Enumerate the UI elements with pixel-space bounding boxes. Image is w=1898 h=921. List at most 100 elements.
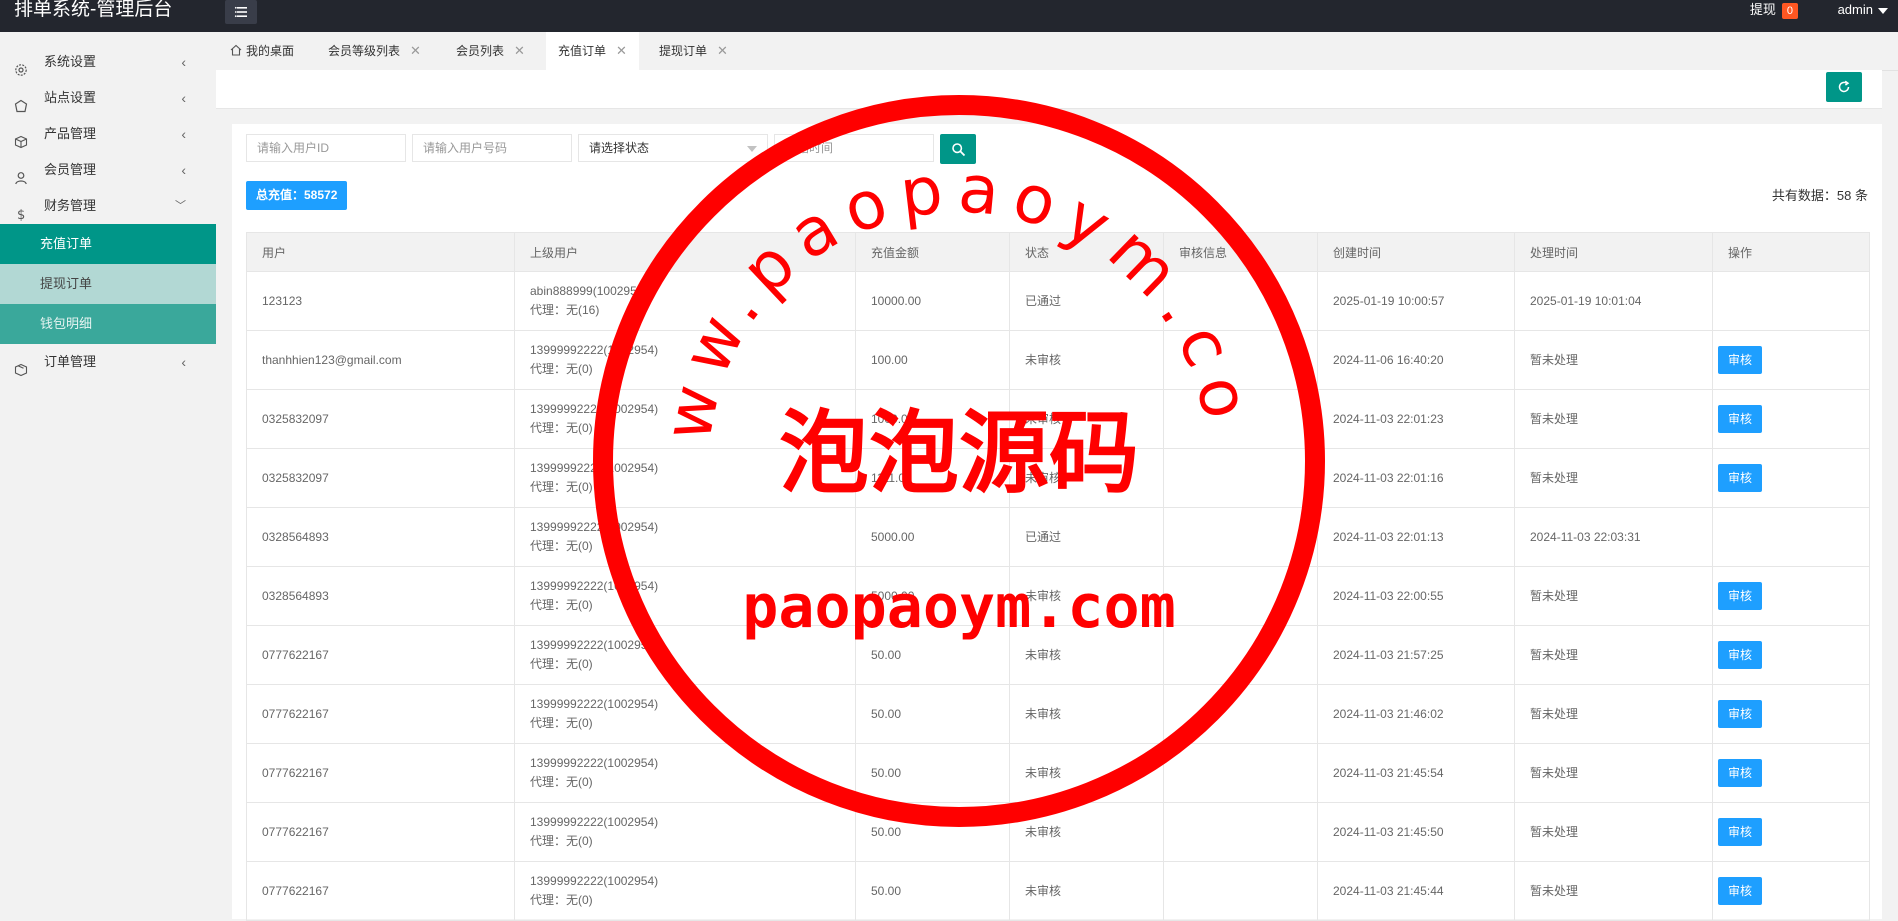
column-header[interactable]: 上级用户 [514,232,856,272]
table-row: 0325832097 13999992222(1002954) 代理：无(0) 111… [246,448,1870,508]
close-icon[interactable]: ✕ [410,43,421,58]
column-header[interactable]: 用户 [246,232,515,272]
cell-status: 未审核 [1009,566,1164,626]
search-button[interactable] [940,134,976,164]
menu-toggle-button[interactable] [225,0,257,24]
sidebar-item-finance[interactable]: $ 财务管理 ﹀ [0,188,216,224]
tab-desktop[interactable]: 我的桌面 [218,32,306,70]
parent-user: 13999992222(1002954) [530,520,659,534]
cell-parent: 13999992222(1002954) 代理：无(0) [514,330,856,390]
parent-user: 13999992222(1002954) [530,697,659,711]
audit-button[interactable]: 审核 [1718,464,1763,492]
cell-action: 审核 [1712,330,1870,390]
cell-audit-info [1163,507,1318,567]
status-select[interactable]: 请选择状态 [578,134,768,162]
gear-icon [14,55,28,76]
sidebar-item-site[interactable]: 站点设置 ‹ [0,80,216,116]
sidebar-item-label: 站点设置 [44,90,97,105]
agent-info: 代理：无(0) [530,775,593,789]
start-time-input[interactable]: 开始时间 [774,134,934,162]
column-header[interactable]: 处理时间 [1514,232,1713,272]
user-icon [14,163,28,185]
audit-button[interactable]: 审核 [1718,700,1763,728]
cell-parent: 13999992222(1002954) 代理：无(0) [514,861,856,921]
user-id-input[interactable]: 请输入用户ID [246,134,406,162]
cell-audit-info [1163,802,1318,862]
cell-parent: 13999992222(1002954) 代理：无(0) [514,566,856,626]
tab-label: 提现订单 [659,44,708,58]
column-header[interactable]: 创建时间 [1317,232,1515,272]
search-icon [951,142,965,156]
box-icon [14,355,28,377]
cell-action [1712,271,1870,331]
sidebar-sub-recharge-orders[interactable]: 充值订单 [0,224,216,264]
parent-user: 13999992222(1002954) [530,402,659,416]
column-header[interactable]: 审核信息 [1163,232,1318,272]
cell-user: 0328564893 [246,566,515,626]
withdraw-label: 提现 [1749,2,1776,17]
cell-created-time: 2024-11-03 21:45:50 [1317,802,1515,862]
chevron-left-icon: ‹ [181,162,186,178]
cell-action: 审核 [1712,861,1870,921]
tab-bar: 我的桌面 会员等级列表 ✕ 会员列表 ✕ 充值订单 ✕ 提现订单 ✕ [216,32,1898,71]
audit-button[interactable]: 审核 [1718,346,1763,374]
record-count: 共有数据：58 条 [1771,188,1868,203]
cell-user: 0325832097 [246,389,515,449]
audit-button[interactable]: 审核 [1718,818,1763,846]
sidebar-sub-wallet-details[interactable]: 钱包明细 [0,304,216,344]
parent-user: 13999992222(1002954) [530,579,659,593]
close-icon[interactable]: ✕ [514,43,525,58]
cell-amount: 50.00 [855,861,1010,921]
column-header[interactable]: 操作 [1712,232,1870,272]
sidebar-item-member[interactable]: 会员管理 ‹ [0,152,216,188]
cell-user: 0777622167 [246,625,515,685]
cell-parent: 13999992222(1002954) 代理：无(0) [514,743,856,803]
parent-user: 13999992222(1002954) [530,874,659,888]
table-row: 0777622167 13999992222(1002954) 代理：无(0) 50.… [246,743,1870,803]
sidebar-item-orders[interactable]: 订单管理 ‹ [0,344,216,380]
table-row: 123123 abin888999(1002954) 代理：无(16) 10000.0… [246,271,1870,331]
chevron-down-icon: ﹀ [175,200,186,212]
refresh-icon [1838,80,1850,93]
caret-down-icon [1878,7,1888,14]
cell-user: 0777622167 [246,802,515,862]
audit-button[interactable]: 审核 [1718,641,1763,669]
sidebar-item-label: 订单管理 [44,354,97,369]
tab-recharge-orders[interactable]: 充值订单 ✕ [546,32,639,70]
tab-member-list[interactable]: 会员列表 ✕ [444,32,537,70]
cell-created-time: 2024-11-03 22:00:55 [1317,566,1515,626]
cell-parent: abin888999(1002954) 代理：无(16) [514,271,856,331]
cell-action: 审核 [1712,743,1870,803]
close-icon[interactable]: ✕ [616,43,627,58]
sidebar-item-label: 财务管理 [44,198,97,213]
sidebar-item-system[interactable]: 系统设置 ‹ [0,44,216,80]
withdraw-link[interactable]: 提现 0 [1750,0,1798,20]
audit-button[interactable]: 审核 [1718,582,1763,610]
chevron-left-icon: ‹ [181,90,186,106]
cell-status: 未审核 [1009,625,1164,685]
cell-action: 审核 [1712,684,1870,744]
close-icon[interactable]: ✕ [717,43,728,58]
agent-info: 代理：无(0) [530,834,593,848]
table-row: 0777622167 13999992222(1002954) 代理：无(0) 50.… [246,861,1870,921]
cell-amount: 1111.00 [855,448,1010,508]
column-header[interactable]: 充值金额 [855,232,1010,272]
cell-audit-info [1163,330,1318,390]
audit-button[interactable]: 审核 [1718,877,1763,905]
user-name: admin [1837,2,1873,17]
user-number-input[interactable]: 请输入用户号码 [412,134,572,162]
audit-button[interactable]: 审核 [1718,759,1763,787]
column-header[interactable]: 状态 [1009,232,1164,272]
cell-status: 未审核 [1009,743,1164,803]
cell-audit-info [1163,389,1318,449]
cell-amount: 5000.00 [855,566,1010,626]
tab-withdraw-orders[interactable]: 提现订单 ✕ [647,32,740,70]
audit-button[interactable]: 审核 [1718,405,1763,433]
sidebar-sub-withdraw-orders[interactable]: 提现订单 [0,264,216,304]
sidebar-item-label: 系统设置 [44,54,97,69]
refresh-button[interactable] [1826,72,1862,102]
parent-user: 13999992222(1002954) [530,461,659,475]
user-menu[interactable]: admin [1838,0,1888,20]
tab-member-level[interactable]: 会员等级列表 ✕ [316,32,433,70]
sidebar-item-product[interactable]: 产品管理 ‹ [0,116,216,152]
